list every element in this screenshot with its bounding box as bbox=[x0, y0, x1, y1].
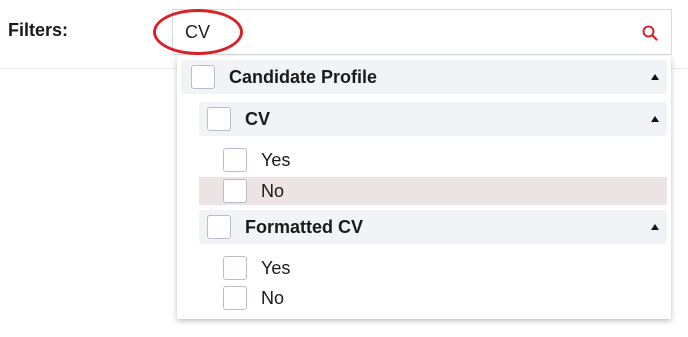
group-candidate-profile[interactable]: Candidate Profile bbox=[181, 60, 667, 94]
subgroup-formatted-cv[interactable]: Formatted CV bbox=[199, 210, 667, 244]
option-label: Yes bbox=[261, 149, 291, 170]
checkbox-formatted-cv-yes[interactable] bbox=[223, 256, 247, 280]
filter-dropdown: Candidate Profile CV Yes No Formatted CV… bbox=[177, 56, 671, 319]
checkbox-cv-no[interactable] bbox=[223, 179, 247, 203]
option-label: Yes bbox=[261, 257, 291, 278]
group-label: Candidate Profile bbox=[229, 66, 378, 87]
checkbox-formatted-cv-no[interactable] bbox=[223, 286, 247, 310]
filters-label: Filters: bbox=[8, 20, 69, 40]
checkbox-formatted-cv[interactable] bbox=[207, 215, 231, 239]
caret-up-icon[interactable] bbox=[651, 224, 659, 230]
checkbox-candidate-profile[interactable] bbox=[191, 65, 215, 89]
checkbox-cv[interactable] bbox=[207, 107, 231, 131]
option-label: No bbox=[261, 287, 285, 308]
search-field[interactable]: CV bbox=[172, 9, 672, 55]
annotation-circle bbox=[153, 9, 243, 55]
caret-up-icon[interactable] bbox=[651, 116, 659, 122]
caret-up-icon[interactable] bbox=[651, 74, 659, 80]
option-cv-no[interactable]: No bbox=[199, 177, 667, 205]
option-cv-yes[interactable]: Yes bbox=[199, 146, 667, 174]
subgroup-label: Formatted CV bbox=[245, 216, 364, 237]
option-label: No bbox=[261, 180, 285, 201]
search-icon[interactable] bbox=[641, 24, 659, 42]
option-formatted-cv-no[interactable]: No bbox=[199, 284, 667, 312]
subgroup-label: CV bbox=[245, 108, 271, 129]
option-formatted-cv-yes[interactable]: Yes bbox=[199, 254, 667, 282]
checkbox-cv-yes[interactable] bbox=[223, 148, 247, 172]
subgroup-cv[interactable]: CV bbox=[199, 102, 667, 136]
